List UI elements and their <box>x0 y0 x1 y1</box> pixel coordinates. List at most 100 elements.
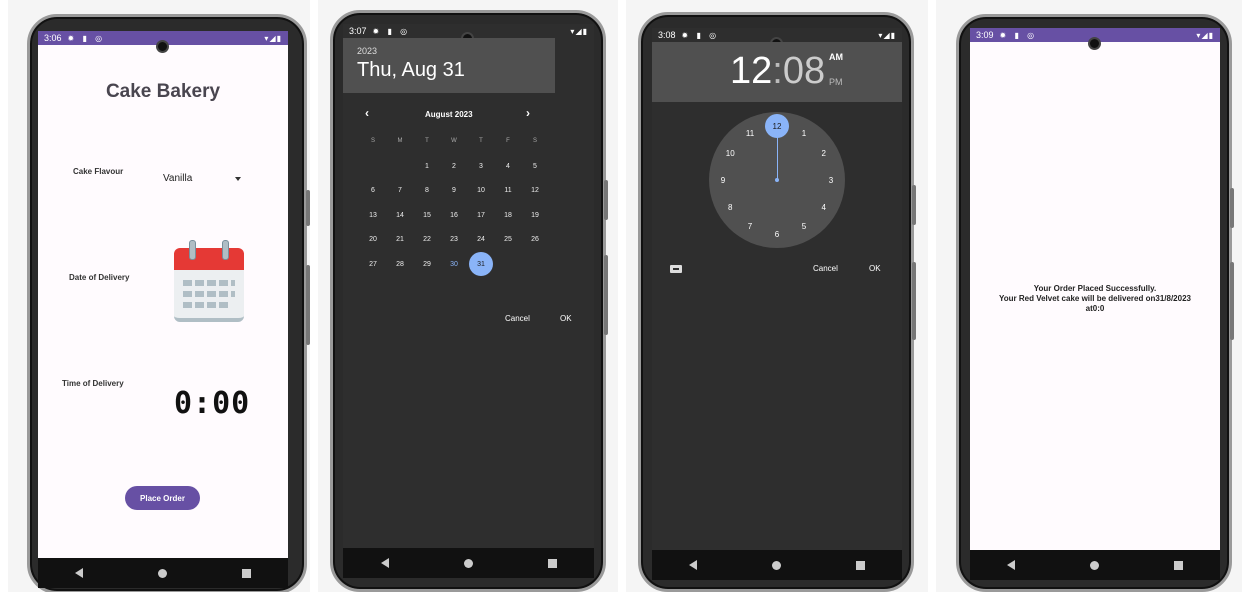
power-button <box>1230 262 1234 340</box>
calendar-day-13[interactable]: 13 <box>361 203 385 227</box>
navigation-bar <box>343 548 594 578</box>
status-signal-icons: ▾◢▮ <box>570 26 588 36</box>
calendar-day-20[interactable]: 20 <box>361 228 385 252</box>
calendar-day-11[interactable]: 11 <box>496 179 520 203</box>
calendar-day-14[interactable]: 14 <box>388 203 412 227</box>
hour-value[interactable]: 12 <box>730 50 772 92</box>
power-button <box>306 265 310 345</box>
calendar-day-16[interactable]: 16 <box>442 203 466 227</box>
minute-value[interactable]: 08 <box>783 50 825 92</box>
calendar-day-4[interactable]: 4 <box>496 154 520 178</box>
pm-toggle[interactable]: PM <box>829 77 843 87</box>
ok-button[interactable]: OK <box>560 314 572 323</box>
weekday-label: T <box>425 138 429 144</box>
clock-number-11[interactable]: 11 <box>742 125 758 141</box>
place-order-button[interactable]: Place Order <box>125 486 200 510</box>
panel-order-form: 3:06 ✹ ▮ ◎ ▾◢▮ Cake Bakery Cake Flavour … <box>8 0 310 592</box>
calendar-day-6[interactable]: 6 <box>361 179 385 203</box>
time-picker-header: 12:08 AM PM <box>652 42 902 102</box>
calendar-day-9[interactable]: 9 <box>442 179 466 203</box>
calendar-day-26[interactable]: 26 <box>523 228 547 252</box>
clock-number-1[interactable]: 1 <box>796 125 812 141</box>
clock-number-10[interactable]: 10 <box>722 145 738 161</box>
back-icon[interactable] <box>689 560 698 570</box>
calendar-day-27[interactable]: 27 <box>361 252 385 276</box>
cake-flavour-dropdown[interactable]: Vanilla <box>163 173 192 184</box>
screen-order-confirmation: 3:09 ✹ ▮ ◎ ▾◢▮ Your Order Placed Success… <box>970 28 1220 580</box>
cancel-button[interactable]: Cancel <box>813 264 838 273</box>
calendar-day-23[interactable]: 23 <box>442 228 466 252</box>
calendar-day-12[interactable]: 12 <box>523 179 547 203</box>
am-toggle[interactable]: AM <box>829 52 843 62</box>
screen-order-form: 3:06 ✹ ▮ ◎ ▾◢▮ Cake Bakery Cake Flavour … <box>38 31 288 588</box>
calendar-day-22[interactable]: 22 <box>415 228 439 252</box>
clock-number-2[interactable]: 2 <box>816 145 832 161</box>
home-icon[interactable] <box>1089 560 1099 570</box>
clock-dial[interactable]: 12 1 2 3 4 5 6 7 8 9 10 11 <box>709 112 845 248</box>
cake-flavour-label: Cake Flavour <box>73 167 124 176</box>
panel-time-picker: 3:08 ✹ ▮ ◎ ▾◢▮ 12:08 AM PM 12 1 2 3 4 5 6 7 8 9 10… <box>626 0 928 592</box>
status-signal-icons: ▾◢▮ <box>878 30 896 40</box>
cancel-button[interactable]: Cancel <box>505 314 530 323</box>
panel-order-confirmation: 3:09 ✹ ▮ ◎ ▾◢▮ Your Order Placed Success… <box>936 0 1242 592</box>
navigation-bar <box>652 550 902 580</box>
ok-button[interactable]: OK <box>869 264 881 273</box>
calendar-day-25[interactable]: 25 <box>496 228 520 252</box>
recents-icon[interactable] <box>241 568 251 578</box>
calendar-day-7[interactable]: 7 <box>388 179 412 203</box>
home-icon[interactable] <box>463 558 473 568</box>
home-icon[interactable] <box>157 568 167 578</box>
volume-button <box>604 180 608 220</box>
calendar-day-10[interactable]: 10 <box>469 179 493 203</box>
camera-cutout <box>156 40 169 53</box>
clock-number-3[interactable]: 3 <box>823 172 839 188</box>
calendar-day-24[interactable]: 24 <box>469 228 493 252</box>
calendar-day-31[interactable]: 31 <box>469 252 493 276</box>
screen-time-picker: 3:08 ✹ ▮ ◎ ▾◢▮ 12:08 AM PM 12 1 2 3 4 5 6 7 8 9 10… <box>652 28 902 580</box>
calendar-icon[interactable] <box>174 240 244 324</box>
previous-month-icon[interactable]: ‹ <box>365 106 369 120</box>
clock-number-4[interactable]: 4 <box>816 199 832 215</box>
calendar-day-30[interactable]: 30 <box>442 252 466 276</box>
calendar-day-2[interactable]: 2 <box>442 154 466 178</box>
clock-number-6[interactable]: 6 <box>769 226 785 242</box>
weekday-label: S <box>370 138 375 144</box>
calendar-day-5[interactable]: 5 <box>523 154 547 178</box>
clock-number-5[interactable]: 5 <box>796 219 812 235</box>
calendar-day-15[interactable]: 15 <box>415 203 439 227</box>
delivery-time-message: at0:0 <box>1085 304 1105 313</box>
clock-number-9[interactable]: 9 <box>715 172 731 188</box>
clock-number-7[interactable]: 7 <box>742 219 758 235</box>
calendar-day-28[interactable]: 28 <box>388 252 412 276</box>
time-colon: : <box>772 50 783 92</box>
calendar-day-29[interactable]: 29 <box>415 252 439 276</box>
status-time: 3:08 <box>658 30 676 40</box>
chevron-down-icon[interactable] <box>235 177 241 181</box>
recents-icon[interactable] <box>1173 560 1183 570</box>
camera-cutout <box>1088 37 1101 50</box>
calendar-day-1[interactable]: 1 <box>415 154 439 178</box>
keyboard-icon[interactable] <box>670 265 682 273</box>
clock-center-dot <box>775 178 779 182</box>
home-icon[interactable] <box>771 560 781 570</box>
back-icon[interactable] <box>75 568 84 578</box>
calendar-day-19[interactable]: 19 <box>523 203 547 227</box>
recents-icon[interactable] <box>855 560 865 570</box>
navigation-bar <box>970 550 1220 580</box>
date-of-delivery-label: Date of Delivery <box>69 273 130 282</box>
recents-icon[interactable] <box>547 558 557 568</box>
next-month-icon[interactable]: › <box>526 106 530 120</box>
calendar-day-8[interactable]: 8 <box>415 179 439 203</box>
calendar-day-18[interactable]: 18 <box>496 203 520 227</box>
weekday-label: F <box>506 138 510 144</box>
clock-number-12[interactable]: 12 <box>765 114 789 138</box>
calendar-day-17[interactable]: 17 <box>469 203 493 227</box>
back-icon[interactable] <box>1007 560 1016 570</box>
calendar-day-21[interactable]: 21 <box>388 228 412 252</box>
selected-year[interactable]: 2023 <box>357 46 377 56</box>
calendar-day-3[interactable]: 3 <box>469 154 493 178</box>
digital-clock-icon[interactable]: 0:00 <box>174 386 250 421</box>
back-icon[interactable] <box>380 558 389 568</box>
clock-number-8[interactable]: 8 <box>722 199 738 215</box>
panel-date-picker: 3:07 ✹ ▮ ◎ ▾◢▮ 2023 Thu, Aug 31 ‹ August… <box>318 0 618 592</box>
